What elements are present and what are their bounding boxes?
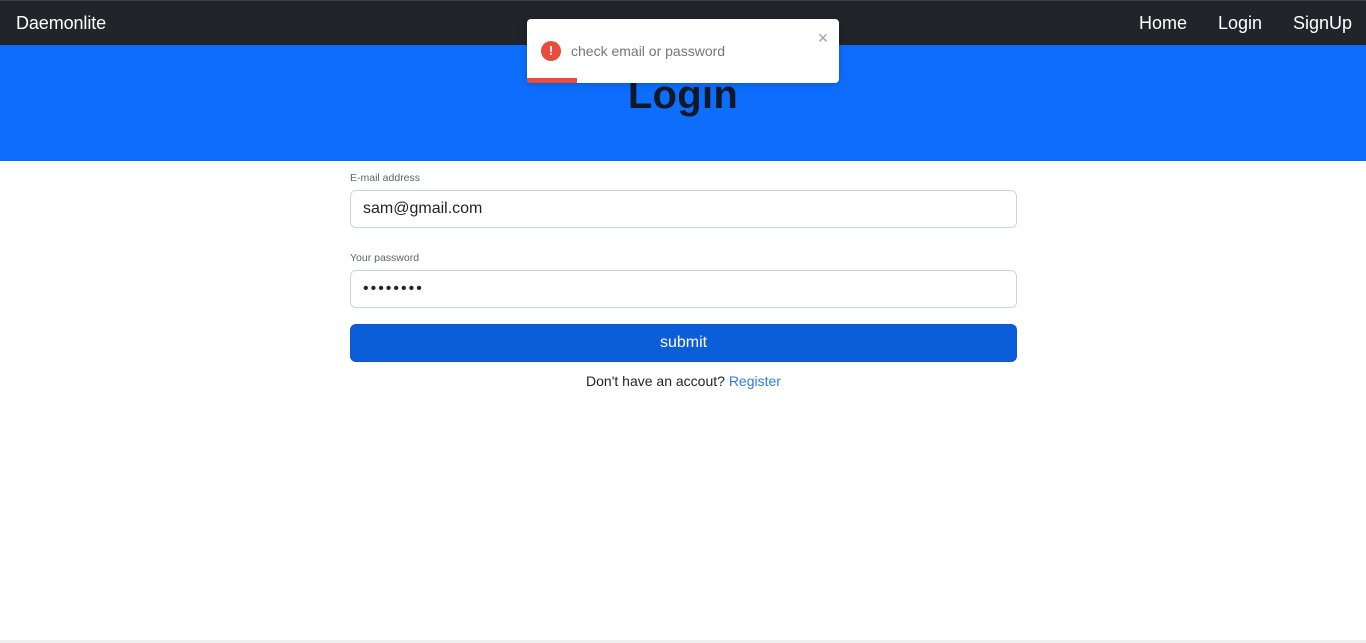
register-link[interactable]: Register: [729, 373, 781, 389]
email-field[interactable]: [350, 190, 1017, 228]
submit-button[interactable]: submit: [350, 324, 1017, 362]
toast-message: check email or password: [571, 43, 726, 59]
register-prompt-text: Don't have an accout?: [586, 373, 725, 389]
nav-home-link[interactable]: Home: [1139, 13, 1187, 34]
close-icon[interactable]: ×: [815, 29, 831, 47]
brand-link[interactable]: Daemonlite: [16, 13, 106, 34]
nav-login-link[interactable]: Login: [1218, 13, 1262, 34]
exclamation-icon: !: [541, 41, 561, 61]
register-prompt: Don't have an accout? Register: [350, 373, 1017, 389]
error-toast: ! check email or password ×: [527, 19, 839, 83]
password-field[interactable]: [350, 270, 1017, 308]
nav-signup-link[interactable]: SignUp: [1293, 13, 1352, 34]
password-label: Your password: [350, 252, 420, 264]
password-group: Your password: [350, 251, 1017, 308]
email-label: E-mail address: [350, 172, 421, 184]
toast-progress-bar: [527, 78, 577, 83]
login-form: E-mail address Your password submit Don'…: [350, 171, 1017, 389]
